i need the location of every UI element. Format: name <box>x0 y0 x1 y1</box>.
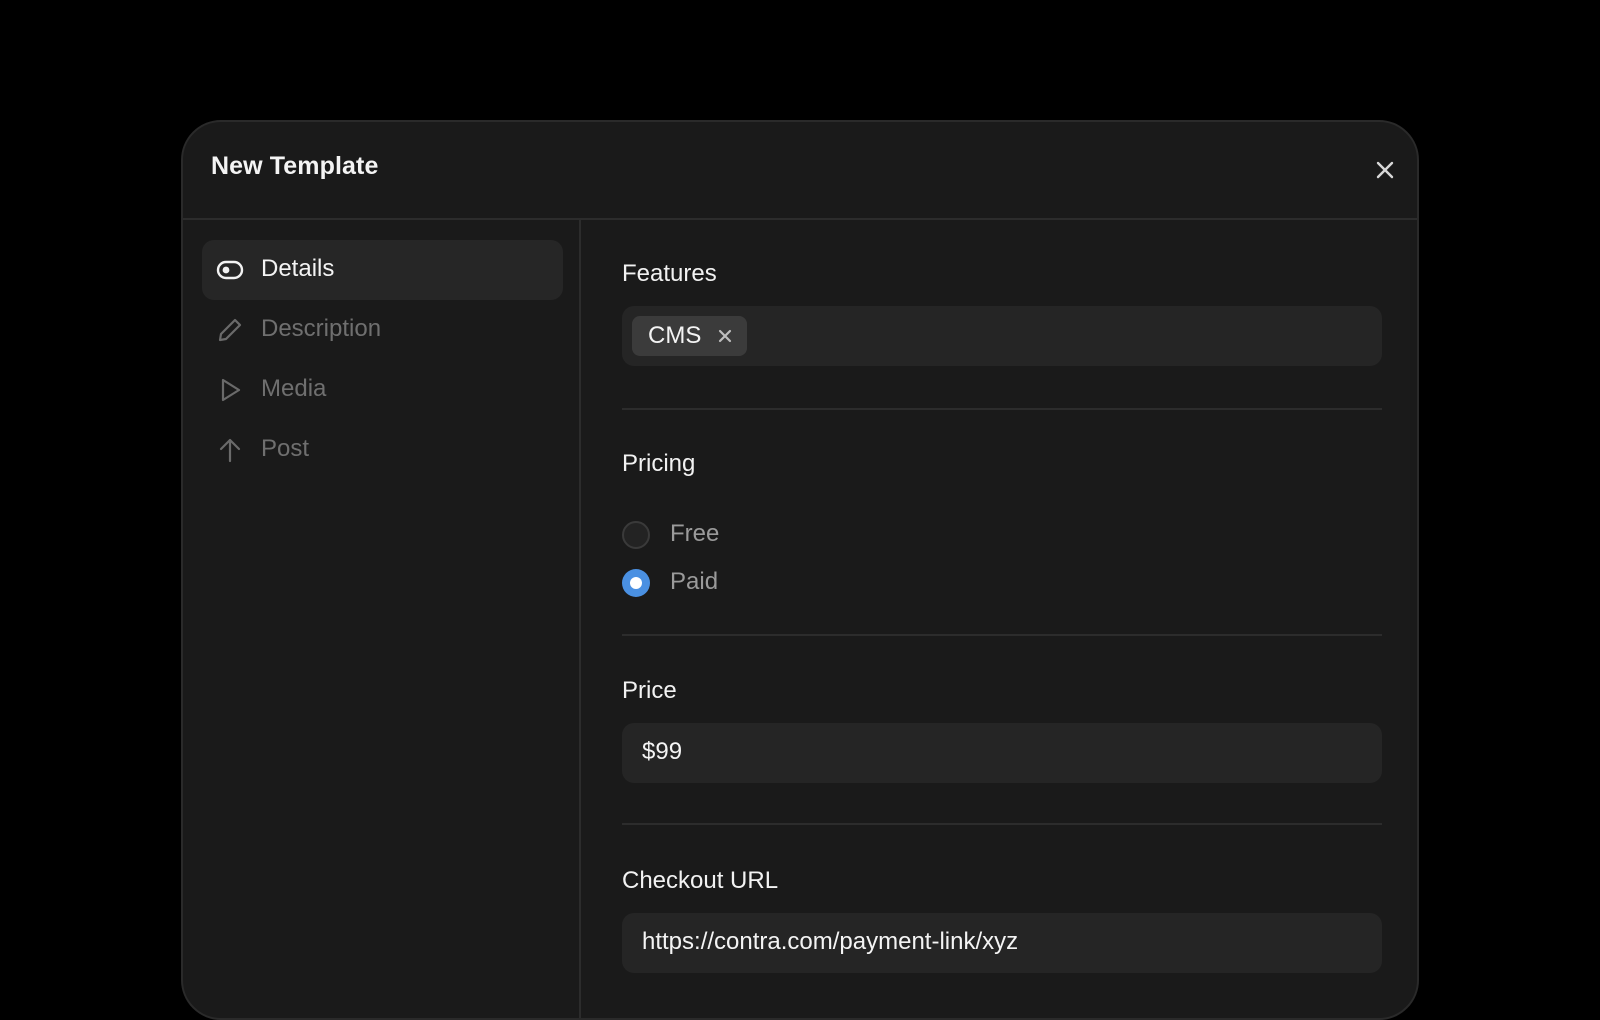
sidebar-item-post[interactable]: Post <box>202 420 563 480</box>
radio-label: Free <box>670 520 720 547</box>
checkout-url-label: Checkout URL <box>622 867 779 894</box>
sidebar: Details Description Media Post <box>183 220 581 1018</box>
radio-label: Paid <box>670 568 719 595</box>
new-template-modal: New Template Details Description Media P… <box>181 120 1419 1020</box>
divider <box>622 408 1382 410</box>
sidebar-item-label: Post <box>261 435 310 462</box>
modal-title: New Template <box>211 152 379 180</box>
checkout-url-field[interactable] <box>622 913 1382 973</box>
price-field[interactable] <box>622 723 1382 783</box>
close-button[interactable] <box>1373 158 1397 182</box>
divider <box>622 634 1382 636</box>
radio-paid[interactable] <box>622 569 650 597</box>
close-icon <box>1376 161 1394 179</box>
features-label: Features <box>622 260 717 287</box>
remove-tag-button[interactable] <box>717 328 733 344</box>
play-icon <box>221 378 241 402</box>
sidebar-item-details[interactable]: Details <box>202 240 563 300</box>
checkout-url-input[interactable] <box>642 928 1362 956</box>
feature-tag-cms: CMS <box>632 316 747 356</box>
features-input[interactable]: CMS <box>622 306 1382 366</box>
pricing-option-free[interactable]: Free <box>622 520 822 550</box>
form-content: Features CMS Pricing Free Paid Price $99… <box>581 220 1417 1018</box>
radio-free[interactable] <box>622 521 650 549</box>
pricing-option-paid[interactable]: Paid <box>622 568 822 598</box>
modal-header: New Template <box>183 122 1417 220</box>
divider <box>622 823 1382 825</box>
feature-tag-label: CMS <box>648 322 702 349</box>
sidebar-item-label: Details <box>261 255 335 282</box>
toggle-icon <box>216 260 244 280</box>
pricing-label: Pricing <box>622 450 696 477</box>
pencil-icon <box>218 318 242 342</box>
sidebar-item-media[interactable]: Media <box>202 360 563 420</box>
sidebar-item-description[interactable]: Description <box>202 300 563 360</box>
arrow-up-icon <box>219 438 241 463</box>
price-label: Price <box>622 677 677 704</box>
close-icon <box>718 329 732 343</box>
sidebar-item-label: Media <box>261 375 327 402</box>
sidebar-item-label: Description <box>261 315 382 342</box>
price-input[interactable] <box>642 738 1362 766</box>
